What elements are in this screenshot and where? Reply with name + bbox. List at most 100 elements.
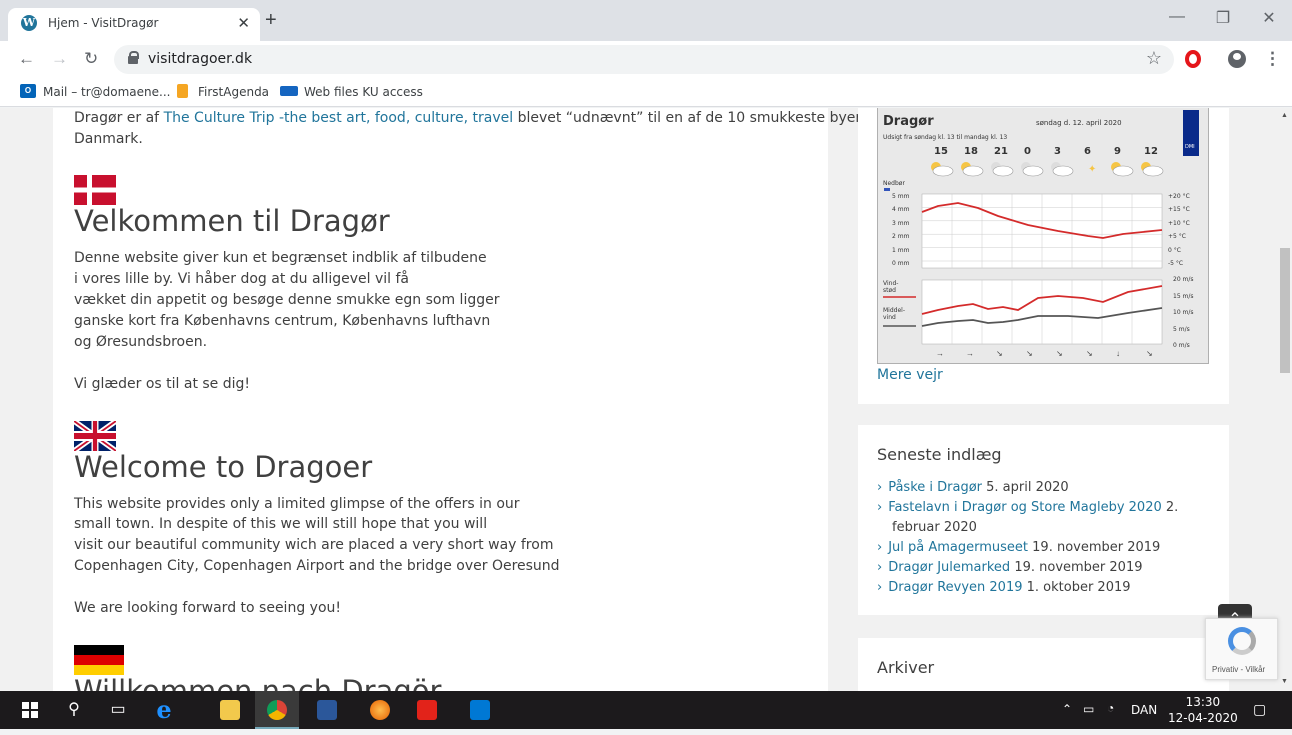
browser-tab[interactable]: W Hjem - VisitDragør ✕ [8,8,260,41]
tray-chevron-icon[interactable]: ⌃ [1062,702,1072,716]
de-heading: Willkommen nach Dragör [74,674,442,691]
profile-icon[interactable] [1228,50,1246,68]
list-item: › Fastelavn i Dragør og Store Magleby 202… [877,500,1179,515]
outlook-taskbar-icon[interactable] [470,700,490,720]
minimize-icon[interactable]: — [1154,8,1200,26]
lock-icon [128,51,139,64]
dk-line-4: ganske kort fra Københavns centrum, Købe… [74,313,491,329]
post-link[interactable]: Jul på Amagermuseet [888,540,1028,555]
url-text: visitdragoer.dk [148,51,253,67]
weather-graphs: ✦ → → ↘ ↘ ↘ ↘ ↓ ↘ [883,162,1164,358]
recaptcha-icon [1228,627,1256,655]
window-close-icon[interactable]: ✕ [1246,8,1292,28]
scrollbar[interactable]: ▲ ▼ [1278,108,1292,691]
page-viewport: Dragør er af The Culture Trip -the best … [0,108,1278,691]
more-weather-link[interactable]: Mere vejr [877,367,943,383]
wind-direction-icon: ↘ [1026,349,1033,358]
list-item: › Dragør Revyen 2019 1. oktober 2019 [877,580,1131,595]
bookmark-firstagenda[interactable]: FirstAgenda [198,85,269,99]
browser-toolbar: ← → ↻ visitdragoer.dk ☆ ⋮ [0,41,1292,78]
taskbar: ⚲ ▭ e ⌃ ▭ ◔ DAN 13:30 12-04-2020 ▢ [0,691,1292,729]
reload-icon[interactable]: ↻ [84,49,98,69]
tab-title: Hjem - VisitDragør [48,16,159,30]
intro-after: blevet “udnævnt” til en af de 10 smukkes… [513,110,870,126]
uk-line-2: small town. In despite of this we will s… [74,516,488,532]
bookmark-star-icon[interactable]: ☆ [1146,48,1162,69]
uk-flag-icon [74,421,116,451]
file-explorer-icon[interactable] [220,700,240,720]
wifi-icon[interactable]: ◔ [1107,701,1114,715]
opera-icon[interactable] [1185,50,1201,68]
post-link[interactable]: Fastelavn i Dragør og Store Magleby 2020 [888,500,1162,515]
wind-direction-icon: ↘ [1056,349,1063,358]
post-link[interactable]: Dragør Revyen 2019 [888,580,1022,595]
uk-heading: Welcome to Dragoer [74,450,373,484]
wind-direction-icon: ↘ [1146,349,1153,358]
wind-direction-icon: ↘ [996,349,1003,358]
edge-icon[interactable]: e [142,691,186,729]
scroll-thumb[interactable] [1280,248,1290,373]
post-link[interactable]: Dragør Julemarked [888,560,1010,575]
bookmark-ku[interactable]: Web files KU access [304,85,423,99]
clock-date: 12-04-2020 [1168,711,1238,725]
uk-line-3: visit our beautiful community wich are p… [74,537,554,553]
forward-icon[interactable]: → [51,49,68,69]
wind-direction-icon: ↓ [1116,349,1120,358]
word-icon[interactable] [317,700,337,720]
cloud-icon [1022,165,1044,177]
language-indicator[interactable]: DAN [1131,703,1157,717]
uk-line-4: Copenhagen City, Copenhagen Airport and … [74,558,560,574]
post-date: 1. oktober 2019 [1022,580,1131,595]
german-flag-icon [74,645,124,675]
culture-trip-link[interactable]: The Culture Trip -the best art, food, cu… [164,110,514,126]
archive-widget: Arkiver [858,638,1229,691]
windows-start-icon[interactable] [8,691,52,729]
cloud-icon [932,165,954,177]
restore-icon[interactable]: ❐ [1200,8,1246,28]
new-tab-button[interactable]: + [265,9,277,32]
cloud-icon [1112,165,1134,177]
ku-icon [280,86,298,96]
battery-icon[interactable]: ▭ [1083,702,1094,716]
post-link[interactable]: Påske i Dragør [888,480,982,495]
back-icon[interactable]: ← [18,49,35,69]
notifications-icon[interactable]: ▢ [1253,701,1266,718]
clock-time: 13:30 [1185,695,1221,709]
bookmark-mail[interactable]: Mail – tr@domaene... [43,85,170,99]
archive-title: Arkiver [877,658,935,677]
scroll-down-icon[interactable]: ▼ [1281,678,1288,685]
post-date: 19. november 2019 [1010,560,1143,575]
task-view-icon[interactable]: ▭ [96,691,140,729]
post-date: 19. november 2019 [1028,540,1161,555]
main-content: Dragør er af The Culture Trip -the best … [53,108,869,691]
post-date: februar 2020 [892,520,977,535]
address-bar[interactable]: visitdragoer.dk ☆ [114,45,1174,74]
close-tab-icon[interactable]: ✕ [237,14,250,32]
intro-line2: Danmark. [74,131,143,147]
dk-closing: Vi glæder os til at se dig! [74,376,251,392]
recaptcha-badge[interactable]: Privativ - Vilkår [1205,618,1278,680]
list-item-continued: februar 2020 [877,518,1207,538]
clock[interactable]: 13:30 12-04-2020 [1168,694,1238,726]
wind-direction-icon: → [966,349,974,358]
cloud-icon [962,165,984,177]
dk-line-5: og Øresundsbroen. [74,334,208,350]
list-item: › Påske i Dragør 5. april 2020 [877,480,1069,495]
cloud-icon [1142,165,1164,177]
acrobat-icon[interactable] [417,700,437,720]
wind-direction-icon: ↘ [1086,349,1093,358]
post-date: 5. april 2020 [982,480,1069,495]
firefox-icon[interactable] [370,700,390,720]
scroll-up-icon[interactable]: ▲ [1281,112,1288,119]
star-icon: ✦ [1088,164,1096,175]
dmi-weather-chart[interactable]: Dragør søndag d. 12. april 2020 Udsigt f… [877,108,1209,364]
search-icon[interactable]: ⚲ [52,691,96,729]
dk-line-3: vækket din appetit og besøge denne smukk… [74,292,500,308]
tab-bar: W Hjem - VisitDragør ✕ + — ❐ ✕ [0,0,1292,41]
post-date: 2. [1161,500,1179,515]
menu-icon[interactable]: ⋮ [1264,49,1281,69]
chrome-taskbar-button[interactable] [255,691,299,729]
cloud-icon [992,165,1014,177]
outlook-icon: O [20,84,36,98]
uk-line-1: This website provides only a limited gli… [74,496,520,512]
